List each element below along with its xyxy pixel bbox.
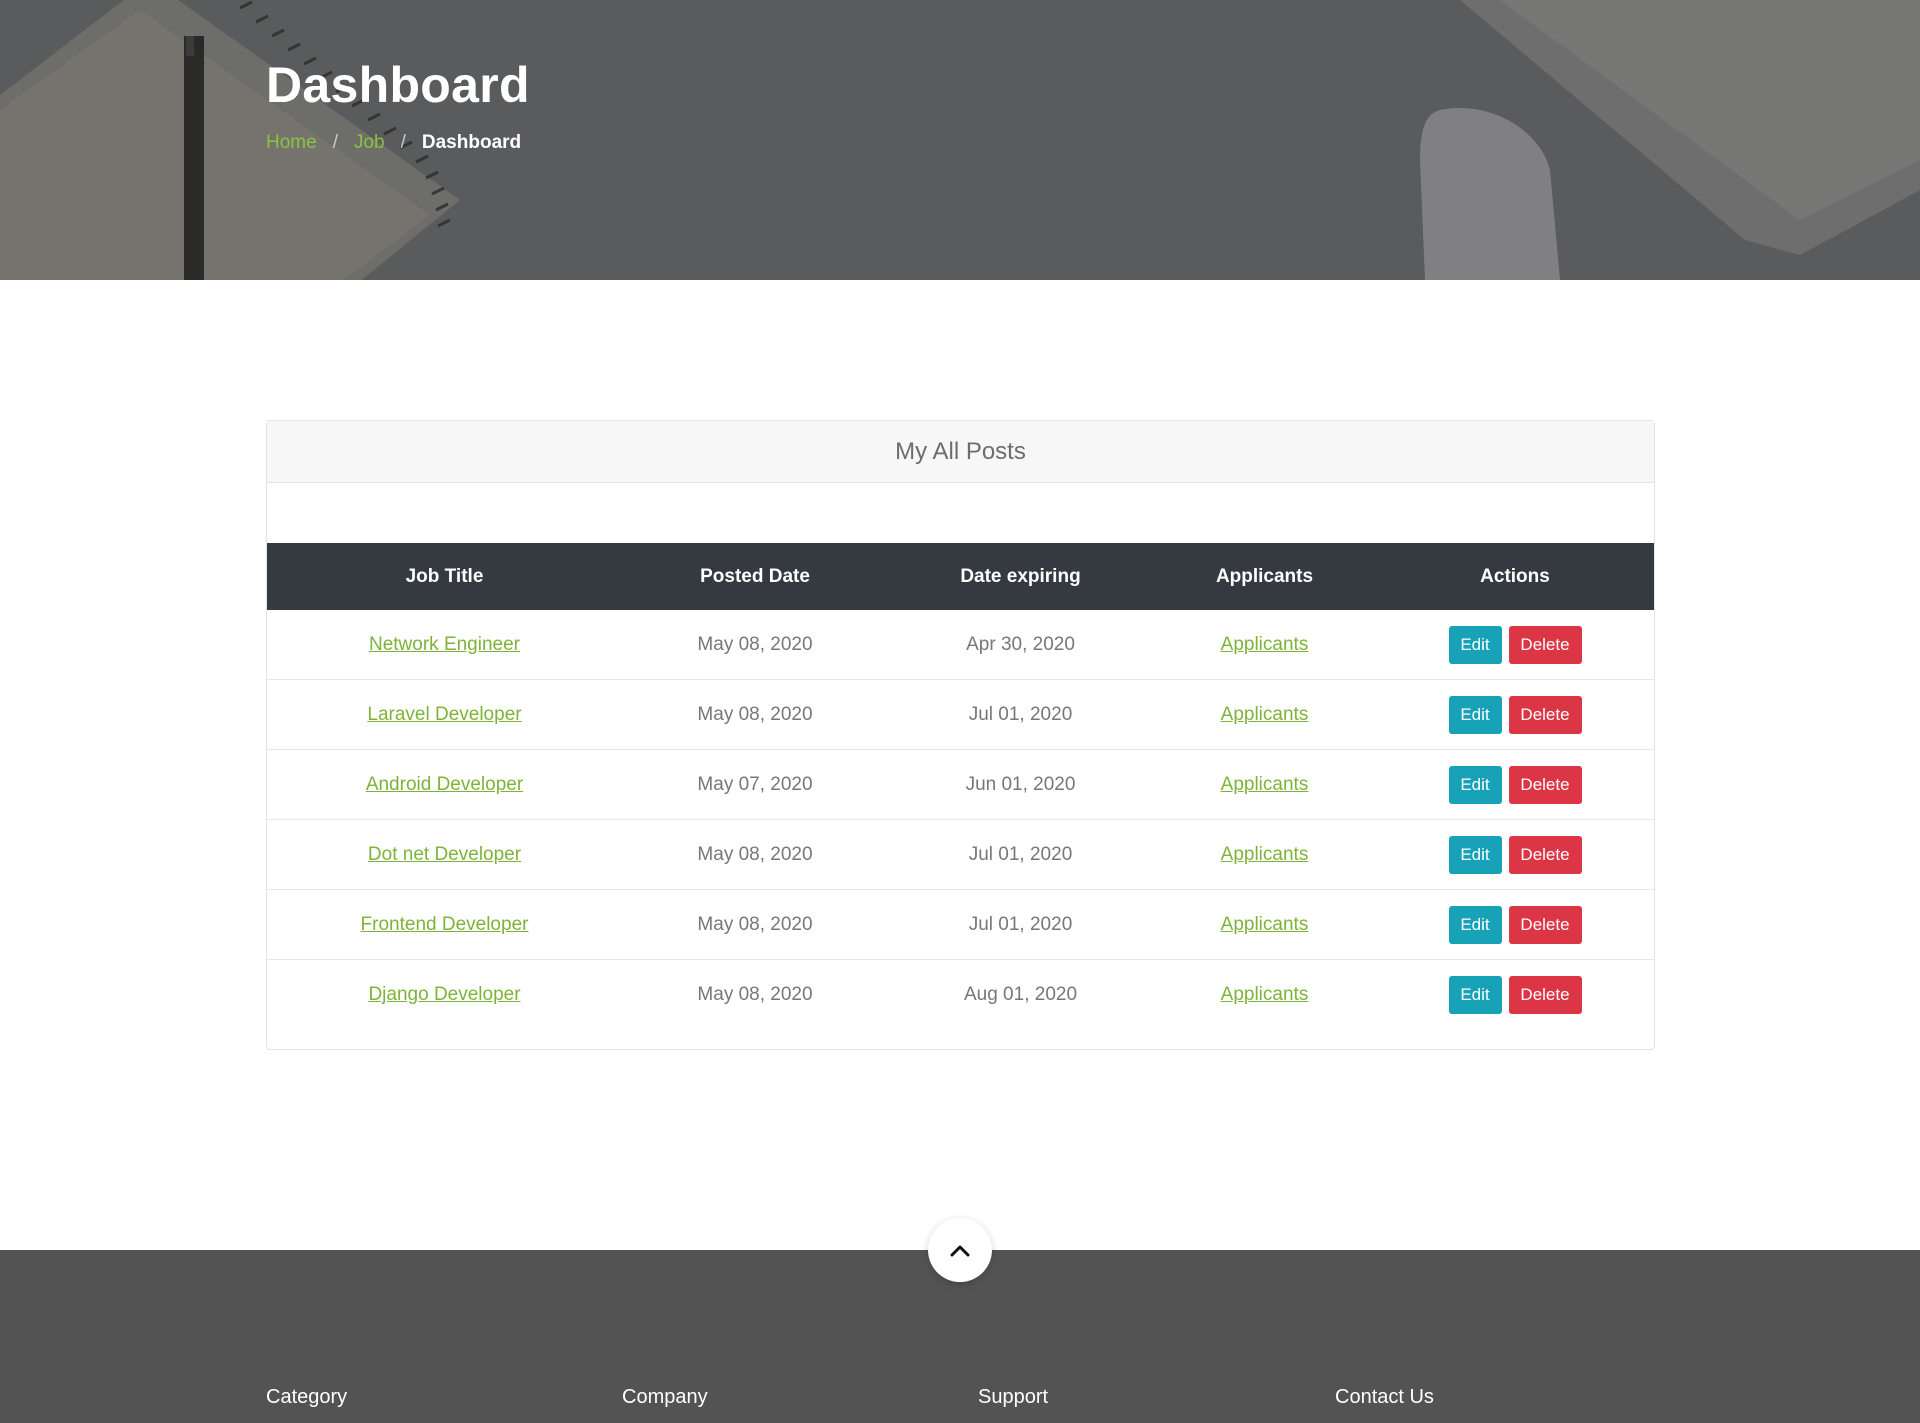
posted-date: May 08, 2020 xyxy=(697,984,813,1005)
edit-button[interactable]: Edit xyxy=(1448,905,1502,944)
card-header: My All Posts xyxy=(267,421,1654,483)
breadcrumb-separator: / xyxy=(400,132,406,153)
column-header-posted-date: Posted Date xyxy=(700,565,810,587)
row-actions: Edit Delete xyxy=(1376,695,1654,734)
applicants-link[interactable]: Applicants xyxy=(1153,914,1376,936)
column-header-job-title: Job Title xyxy=(405,565,484,587)
applicants-link[interactable]: Applicants xyxy=(1153,704,1376,726)
expiry-date: Aug 01, 2020 xyxy=(963,984,1078,1005)
breadcrumb-home-link[interactable]: Home xyxy=(266,132,317,154)
column-header-applicants: Applicants xyxy=(1215,565,1314,587)
breadcrumb-job-link[interactable]: Job xyxy=(354,132,385,154)
posted-date: May 08, 2020 xyxy=(697,913,813,935)
footer-heading-support: Support xyxy=(978,1386,1049,1408)
chevron-up-icon xyxy=(950,1245,970,1257)
delete-button[interactable]: Delete xyxy=(1508,695,1582,734)
my-posts-card: My All Posts Job Title Posted Date Date … xyxy=(266,420,1655,1050)
delete-button[interactable]: Delete xyxy=(1508,835,1582,874)
page-title: Dashboard xyxy=(266,57,530,113)
footer-heading-company: Company xyxy=(622,1386,708,1408)
table-row: Dot net Developer May 08, 2020 Jul 01, 2… xyxy=(267,820,1654,890)
edit-button[interactable]: Edit xyxy=(1448,625,1502,664)
delete-button[interactable]: Delete xyxy=(1508,976,1582,1014)
edit-button[interactable]: Edit xyxy=(1448,835,1502,874)
table-header: Job Title Posted Date Date expiring Appl… xyxy=(267,543,1654,610)
hero-content: Dashboard Home / Job / Dashboard xyxy=(266,52,530,154)
posted-date: May 08, 2020 xyxy=(697,703,813,725)
scroll-to-top-button[interactable] xyxy=(928,1218,992,1282)
row-actions: Edit Delete xyxy=(1376,765,1654,804)
applicants-link[interactable]: Applicants xyxy=(1153,844,1376,866)
job-title-link[interactable]: Frontend Developer xyxy=(267,914,622,936)
row-actions: Edit Delete xyxy=(1376,835,1654,874)
job-title-link[interactable]: Laravel Developer xyxy=(267,704,622,726)
column-header-actions: Actions xyxy=(1480,565,1550,587)
row-actions: Edit Delete xyxy=(1376,625,1654,664)
delete-button[interactable]: Delete xyxy=(1508,765,1582,804)
expiry-date: Apr 30, 2020 xyxy=(966,633,1075,655)
expiry-date: Jun 01, 2020 xyxy=(965,773,1076,795)
table-row: Network Engineer May 08, 2020 Apr 30, 20… xyxy=(267,610,1654,680)
row-actions: Edit Delete xyxy=(1376,976,1654,1014)
applicants-link[interactable]: Applicants xyxy=(1153,634,1376,656)
row-actions: Edit Delete xyxy=(1376,905,1654,944)
breadcrumb-separator: / xyxy=(332,132,338,153)
table-row: Django Developer May 08, 2020 Aug 01, 20… xyxy=(267,960,1654,1030)
table-row: Android Developer May 07, 2020 Jun 01, 2… xyxy=(267,750,1654,820)
job-title-link[interactable]: Dot net Developer xyxy=(267,844,622,866)
edit-button[interactable]: Edit xyxy=(1448,695,1502,734)
expiry-date: Jul 01, 2020 xyxy=(968,843,1073,865)
posted-date: May 08, 2020 xyxy=(697,843,813,865)
job-title-link[interactable]: Django Developer xyxy=(267,984,622,1006)
breadcrumb: Home / Job / Dashboard xyxy=(266,132,530,154)
posted-date: May 08, 2020 xyxy=(697,633,813,655)
edit-button[interactable]: Edit xyxy=(1448,765,1502,804)
table-row: Laravel Developer May 08, 2020 Jul 01, 2… xyxy=(267,680,1654,750)
job-title-link[interactable]: Network Engineer xyxy=(267,634,622,656)
posted-date: May 07, 2020 xyxy=(697,773,813,795)
applicants-link[interactable]: Applicants xyxy=(1153,984,1376,1006)
expiry-date: Jul 01, 2020 xyxy=(968,703,1073,725)
posts-table: Job Title Posted Date Date expiring Appl… xyxy=(267,543,1654,1030)
edit-button[interactable]: Edit xyxy=(1448,976,1502,1014)
job-title-link[interactable]: Android Developer xyxy=(267,774,622,796)
delete-button[interactable]: Delete xyxy=(1508,625,1582,664)
applicants-link[interactable]: Applicants xyxy=(1153,774,1376,796)
expiry-date: Jul 01, 2020 xyxy=(968,913,1073,935)
table-row: Frontend Developer May 08, 2020 Jul 01, … xyxy=(267,890,1654,960)
footer-heading-category: Category xyxy=(266,1386,348,1408)
breadcrumb-current: Dashboard xyxy=(421,132,522,153)
column-header-date-expiring: Date expiring xyxy=(960,565,1081,587)
footer-heading-contact-us: Contact Us xyxy=(1335,1386,1434,1408)
hero-banner: Dashboard Home / Job / Dashboard xyxy=(0,0,1920,280)
delete-button[interactable]: Delete xyxy=(1508,905,1582,944)
